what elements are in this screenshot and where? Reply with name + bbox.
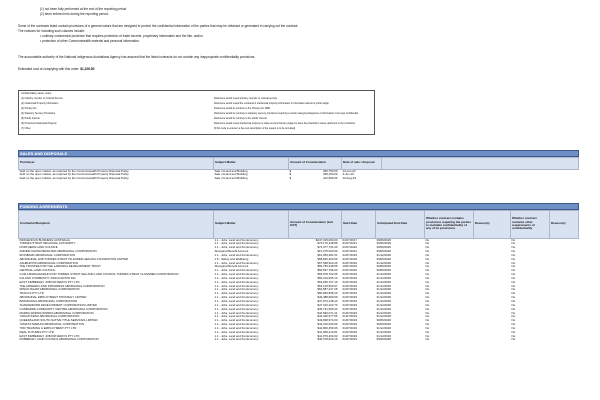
col-purchaser: Purchaser bbox=[18, 156, 214, 170]
cost-line: Estimated cost of complying with this or… bbox=[18, 67, 95, 72]
table-row: KIMBERLEY LAND COUNCIL ABORIGINAL CORPOR… bbox=[19, 338, 579, 342]
legend-row: (6) Protected Intellectual Property Discl… bbox=[21, 122, 372, 126]
table-cell: 10-Aug-23 bbox=[342, 177, 357, 181]
legend-desc: Disclosure would reveal intellectual pro… bbox=[214, 122, 356, 125]
table-cell: 1.1 - Jobs, Land and the Economy bbox=[214, 338, 259, 342]
col-date: Date of sale / disposal bbox=[341, 156, 382, 170]
funding-header-row: Contractor/Recipient Subject Matter Amou… bbox=[18, 209, 579, 239]
legend-row: (3) Privacy Act Disclosure would be contr… bbox=[21, 107, 372, 111]
legend-row: (1) Industry, Gender or Cultural Secrets… bbox=[21, 97, 372, 101]
table-cell: 01/07/2023 bbox=[342, 338, 357, 342]
legend-code: (5) Public Interest bbox=[21, 117, 40, 120]
col-reasons-1: Reason(s) bbox=[473, 209, 511, 239]
sales-table: Purchaser Subject Matter Amount of Consi… bbox=[18, 156, 579, 182]
table-cell: No bbox=[511, 338, 516, 342]
legend-row: (2) Intellectual Property Information Dis… bbox=[21, 102, 372, 106]
legend-desc: (if this code is entered, a free text de… bbox=[214, 127, 296, 130]
table-cell: 30/06/2026 bbox=[376, 338, 391, 342]
table-cell: Sold on the open market, as required by … bbox=[19, 177, 129, 181]
legend-row: (7) Other (if this code is entered, a fre… bbox=[21, 127, 372, 131]
col-end-date: Anticipated End Date bbox=[375, 209, 425, 239]
confidentiality-codes-legend: Confidentiality reason codes: (1) Indust… bbox=[18, 90, 375, 135]
intro-item: (2) been entered into during the reporti… bbox=[40, 12, 109, 16]
sales-header-row: Purchaser Subject Matter Amount of Consi… bbox=[18, 156, 579, 170]
table-cell: No bbox=[425, 338, 430, 342]
col-amount: Amount of Consideration bbox=[288, 156, 342, 170]
legend-code: (6) Protected Intellectual Property bbox=[21, 122, 57, 125]
table-cell: $ bbox=[289, 177, 292, 181]
funding-table: Contractor/Recipient Subject Matter Amou… bbox=[18, 209, 579, 343]
table-cell: KIMBERLEY LAND COUNCIL ABORIGINAL CORPOR… bbox=[19, 338, 99, 342]
legend-code: (1) Industry, Gender or Cultural Secrets bbox=[21, 97, 63, 100]
funding-agreements-section: FUNDING AGREEMENTS Contractor/Recipient … bbox=[18, 203, 579, 342]
table-row: Sold on the open market, as required by … bbox=[19, 177, 579, 181]
col-confidential-provisions: Whether contract contains provisions req… bbox=[424, 209, 474, 239]
legend-desc: Disclosure would reveal the contractor's… bbox=[214, 102, 330, 105]
legend-desc: Disclosure would be contrary to statutor… bbox=[214, 112, 359, 115]
table-cell bbox=[474, 338, 511, 342]
table-cell: 412,950.00 bbox=[323, 177, 338, 181]
col-subject-matter: Subject Matter bbox=[213, 209, 289, 239]
cost-label: Estimated cost of complying with this or… bbox=[18, 67, 80, 71]
legend-row: (5) Public Interest Disclosure would be c… bbox=[21, 117, 372, 121]
table-cell bbox=[550, 338, 579, 342]
legend-code: (4) Statutory Secrecy Provisions bbox=[21, 112, 56, 115]
col-start-date: Start Date bbox=[341, 209, 376, 239]
legend-code: (7) Other bbox=[21, 127, 31, 130]
legend-desc: Disclosure would be contrary to the Priv… bbox=[214, 107, 271, 110]
legend-code: (3) Privacy Act bbox=[21, 107, 37, 110]
col-reasons-2: Reason(s) bbox=[549, 209, 579, 239]
col-subject-matter: Subject Matter bbox=[213, 156, 289, 170]
col-blank bbox=[381, 156, 579, 170]
assurance-paragraph: The accountable authority of the Nationa… bbox=[18, 55, 256, 59]
legend-code: (2) Intellectual Property Information bbox=[21, 102, 59, 105]
sales-disposals-section: SALES AND DISPOSALS Purchaser Subject Ma… bbox=[18, 150, 579, 181]
legend-row: (4) Statutory Secrecy Provisions Disclosu… bbox=[21, 112, 372, 116]
legend-desc: Disclosure would be contrary to the publ… bbox=[214, 117, 268, 120]
sales-body: Sold on the open market, as required by … bbox=[19, 169, 579, 181]
legend-desc: Disclosure would reveal industry, Gender… bbox=[214, 97, 278, 100]
table-cell: $40,378,629.16 bbox=[317, 338, 338, 342]
table-cell: Sale of Land and Building bbox=[214, 177, 248, 181]
cost-value: $1,228.80 bbox=[80, 67, 95, 71]
col-contractor: Contractor/Recipient bbox=[18, 209, 214, 239]
col-other-confidentiality: Whether contract contains other requirem… bbox=[510, 209, 550, 239]
reason-bullet: • protection of other Commonwealth mater… bbox=[40, 39, 140, 43]
legend-title: Confidentiality reason codes: bbox=[21, 92, 52, 95]
col-amount: Amount of Consideration (incl GST) bbox=[288, 209, 342, 239]
funding-body: INDIGENOUS BUSINESS AUSTRALIA 1.1 - Jobs,… bbox=[19, 238, 579, 342]
